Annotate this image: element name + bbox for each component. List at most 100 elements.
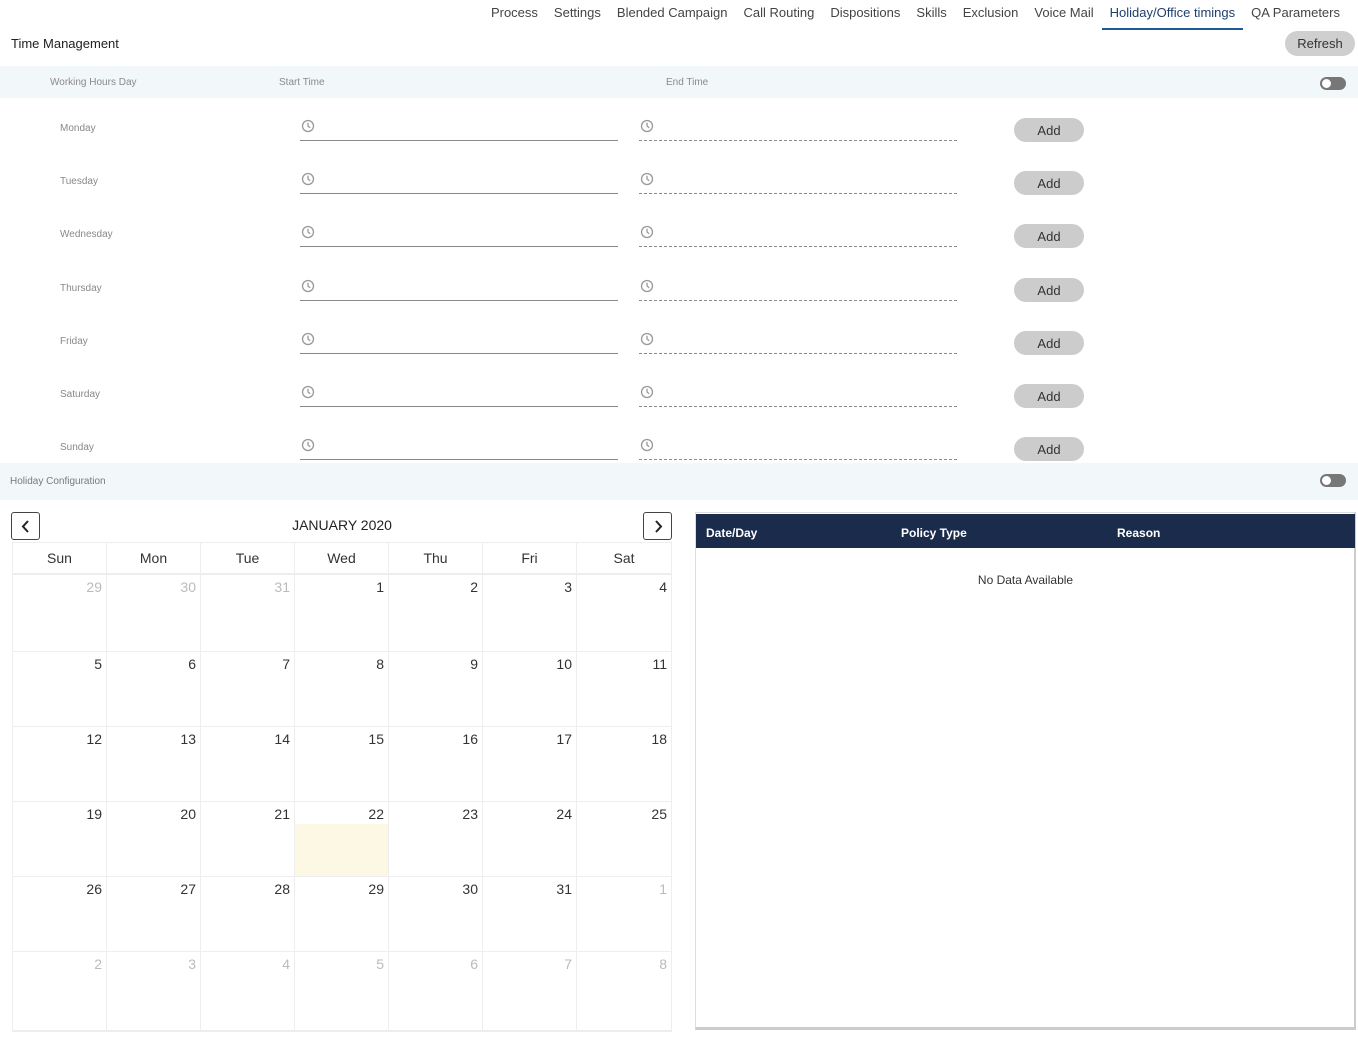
- calendar-day[interactable]: 27: [107, 877, 201, 952]
- calendar-day[interactable]: 14: [201, 727, 295, 802]
- calendar-day[interactable]: 29: [295, 877, 389, 952]
- tab-process[interactable]: Process: [483, 0, 546, 30]
- tab-exclusion[interactable]: Exclusion: [955, 0, 1027, 30]
- end-time-input[interactable]: [659, 383, 949, 403]
- calendar-day[interactable]: 31: [483, 877, 577, 952]
- calendar-month-title: JANUARY 2020: [292, 517, 392, 533]
- end-time-field[interactable]: [639, 381, 957, 407]
- end-time-input[interactable]: [659, 436, 949, 456]
- calendar-day[interactable]: 30: [107, 575, 201, 652]
- tab-skills[interactable]: Skills: [908, 0, 954, 30]
- calendar-day[interactable]: 9: [389, 652, 483, 727]
- calendar-day[interactable]: 11: [577, 652, 671, 727]
- start-time-input[interactable]: [320, 383, 610, 403]
- calendar-day[interactable]: 2: [389, 575, 483, 652]
- start-time-input[interactable]: [320, 117, 610, 137]
- add-button[interactable]: Add: [1014, 278, 1084, 302]
- calendar-day[interactable]: 29: [13, 575, 107, 652]
- tab-holiday-office-timings[interactable]: Holiday/Office timings: [1101, 0, 1244, 30]
- add-button[interactable]: Add: [1014, 331, 1084, 355]
- tab-voice-mail[interactable]: Voice Mail: [1026, 0, 1101, 30]
- calendar-day[interactable]: 3: [483, 575, 577, 652]
- calendar-day[interactable]: 7: [201, 652, 295, 727]
- calendar-day[interactable]: 12: [13, 727, 107, 802]
- calendar-day[interactable]: 23: [389, 802, 483, 877]
- end-time-field[interactable]: [639, 221, 957, 247]
- start-time-field[interactable]: [300, 221, 618, 247]
- end-time-field[interactable]: [639, 115, 957, 141]
- add-button[interactable]: Add: [1014, 437, 1084, 461]
- calendar-day[interactable]: 28: [201, 877, 295, 952]
- start-time-input[interactable]: [320, 277, 610, 297]
- end-time-input[interactable]: [659, 117, 949, 137]
- calendar-day[interactable]: 17: [483, 727, 577, 802]
- calendar-day[interactable]: 10: [483, 652, 577, 727]
- calendar-day[interactable]: 1: [295, 575, 389, 652]
- tab-dispositions[interactable]: Dispositions: [822, 0, 908, 30]
- calendar-day[interactable]: 13: [107, 727, 201, 802]
- tab-call-routing[interactable]: Call Routing: [735, 0, 822, 30]
- end-time-input[interactable]: [659, 170, 949, 190]
- end-time-field[interactable]: [639, 328, 957, 354]
- add-button[interactable]: Add: [1014, 384, 1084, 408]
- working-hours-header: Working Hours Day Start Time End Time: [0, 66, 1358, 98]
- calendar-day[interactable]: 31: [201, 575, 295, 652]
- calendar-day[interactable]: 16: [389, 727, 483, 802]
- start-time-field[interactable]: [300, 381, 618, 407]
- add-button[interactable]: Add: [1014, 171, 1084, 195]
- end-time-input[interactable]: [659, 330, 949, 350]
- start-time-field[interactable]: [300, 434, 618, 460]
- day-number: 29: [86, 579, 102, 595]
- end-time-input[interactable]: [659, 223, 949, 243]
- add-button[interactable]: Add: [1014, 118, 1084, 142]
- end-time-input[interactable]: [659, 277, 949, 297]
- start-time-field[interactable]: [300, 168, 618, 194]
- calendar-day[interactable]: 15: [295, 727, 389, 802]
- calendar-day[interactable]: 6: [389, 952, 483, 1031]
- calendar-day[interactable]: 20: [107, 802, 201, 877]
- end-time-field[interactable]: [639, 168, 957, 194]
- next-month-button[interactable]: [643, 512, 672, 540]
- working-hours-toggle[interactable]: [1320, 77, 1346, 90]
- clock-icon: [301, 172, 315, 186]
- start-time-field[interactable]: [300, 275, 618, 301]
- calendar-day[interactable]: 7: [483, 952, 577, 1031]
- calendar-day-today[interactable]: 22: [295, 802, 389, 877]
- weekday-mon: Mon: [107, 543, 201, 575]
- start-time-field[interactable]: [300, 328, 618, 354]
- calendar-day[interactable]: 2: [13, 952, 107, 1031]
- calendar-day[interactable]: 19: [13, 802, 107, 877]
- weekday-wed: Wed: [295, 543, 389, 575]
- calendar-day[interactable]: 4: [577, 575, 671, 652]
- calendar-day[interactable]: 18: [577, 727, 671, 802]
- start-time-input[interactable]: [320, 223, 610, 243]
- start-time-input[interactable]: [320, 436, 610, 456]
- start-time-input[interactable]: [320, 330, 610, 350]
- holiday-toggle[interactable]: [1320, 474, 1346, 487]
- refresh-button[interactable]: Refresh: [1285, 31, 1355, 56]
- calendar-day[interactable]: 3: [107, 952, 201, 1031]
- calendar-day[interactable]: 30: [389, 877, 483, 952]
- calendar-day[interactable]: 5: [295, 952, 389, 1031]
- day-number: 1: [659, 881, 667, 897]
- col-start-time: Start Time: [279, 77, 325, 88]
- calendar-day[interactable]: 4: [201, 952, 295, 1031]
- add-button[interactable]: Add: [1014, 224, 1084, 248]
- tab-qa-parameters[interactable]: QA Parameters: [1243, 0, 1348, 30]
- calendar-day[interactable]: 21: [201, 802, 295, 877]
- end-time-field[interactable]: [639, 275, 957, 301]
- calendar-day[interactable]: 1: [577, 877, 671, 952]
- tab-settings[interactable]: Settings: [546, 0, 609, 30]
- day-number: 4: [659, 579, 667, 595]
- calendar-day[interactable]: 25: [577, 802, 671, 877]
- start-time-input[interactable]: [320, 170, 610, 190]
- calendar-day[interactable]: 8: [295, 652, 389, 727]
- calendar-day[interactable]: 24: [483, 802, 577, 877]
- start-time-field[interactable]: [300, 115, 618, 141]
- calendar-day[interactable]: 6: [107, 652, 201, 727]
- calendar-day[interactable]: 26: [13, 877, 107, 952]
- end-time-field[interactable]: [639, 434, 957, 460]
- calendar-day[interactable]: 8: [577, 952, 671, 1031]
- tab-blended-campaign[interactable]: Blended Campaign: [609, 0, 736, 30]
- calendar-day[interactable]: 5: [13, 652, 107, 727]
